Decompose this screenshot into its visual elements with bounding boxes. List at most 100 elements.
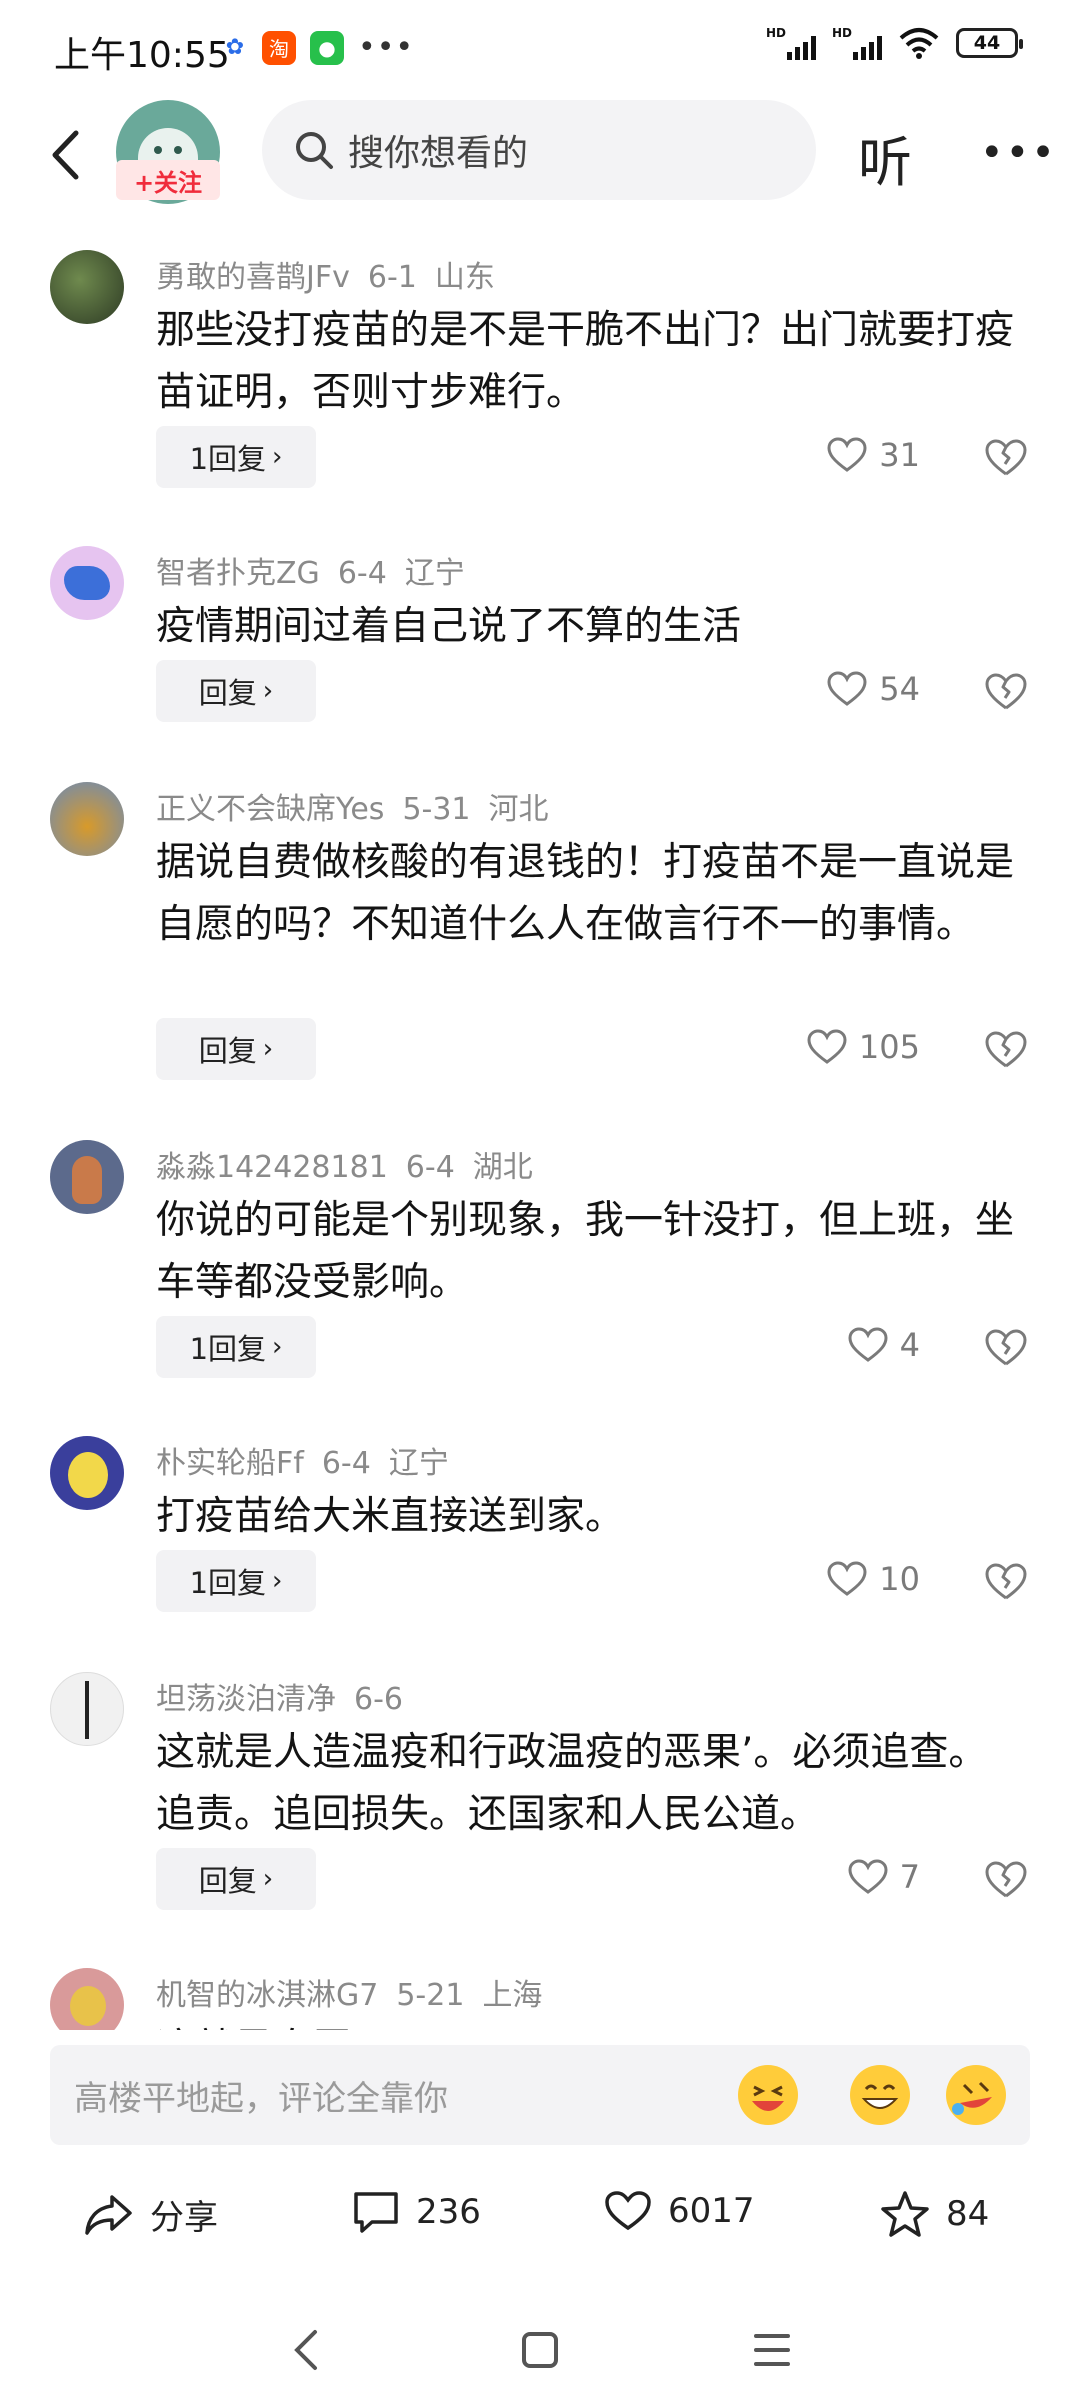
nav-back-button[interactable] — [276, 2320, 336, 2380]
user-avatar[interactable] — [50, 1672, 124, 1746]
listen-button[interactable]: 听 — [858, 118, 912, 197]
system-nav-bar — [0, 2290, 1080, 2400]
broken-heart-icon[interactable] — [984, 1858, 1028, 1902]
search-input[interactable]: 搜你想看的 — [262, 100, 816, 200]
heart-icon — [848, 1859, 888, 1894]
status-bar: 上午10:55 ✿ 淘 ● ••• HD HD 44 — [0, 0, 1080, 100]
like-button[interactable]: 54 — [827, 670, 920, 708]
comment-username[interactable]: 机智的冰淇淋G7 — [156, 1978, 378, 2013]
comment-location: 辽宁 — [404, 556, 465, 591]
comment-location: 上海 — [482, 1978, 543, 2013]
comment-text: 那些没打疫苗的是不是干脆不出门？出门就要打疫苗证明，否则寸步难行。 — [156, 308, 1015, 415]
comment-button[interactable]: 236 — [352, 2190, 481, 2234]
rolling-laugh-emoji-icon[interactable] — [946, 2065, 1006, 2125]
comment-text: 疫情期间过着自己说了不算的生活 — [156, 604, 742, 649]
broken-heart-icon[interactable] — [984, 1028, 1028, 1072]
comment-text: 打疫苗给大米直接送到家。 — [156, 1494, 625, 1539]
taobao-app-icon: 淘 — [262, 30, 296, 65]
comment-input[interactable]: 高楼平地起，评论全靠你 — [50, 2045, 1030, 2145]
like-button[interactable]: 31 — [827, 436, 920, 474]
broken-heart-icon[interactable] — [984, 670, 1028, 714]
like-count: 7 — [899, 1858, 920, 1896]
comment-username[interactable]: 朴实轮船Ff — [156, 1446, 304, 1481]
reply-button[interactable]: 1回复 › — [156, 1550, 316, 1612]
comment-text: 你说的可能是个别现象，我一针没打，但上班，坐车等都没受影响。 — [156, 1198, 1015, 1305]
comment-username[interactable]: 正义不会缺席Yes — [156, 792, 384, 827]
like-button[interactable]: 7 — [848, 1858, 920, 1896]
more-menu-button[interactable]: ••• — [980, 130, 1057, 176]
user-avatar[interactable] — [50, 546, 124, 620]
comment-input-placeholder: 高楼平地起，评论全靠你 — [74, 2079, 448, 2119]
comment-meta: 智者扑克ZG 6-4 辽宁 — [156, 548, 483, 592]
like-button[interactable]: 4 — [848, 1326, 920, 1364]
back-button[interactable] — [40, 120, 90, 190]
reply-button[interactable]: 回复 › — [156, 660, 316, 722]
broken-heart-icon[interactable] — [984, 436, 1028, 480]
comment-username[interactable]: 勇敢的喜鹊JFv — [156, 260, 350, 295]
user-avatar[interactable] — [50, 782, 124, 856]
comment-username[interactable]: 智者扑克ZG — [156, 556, 320, 591]
wechat-app-icon: ● — [310, 30, 344, 65]
share-button[interactable]: 分享 — [84, 2190, 218, 2239]
nav-menu-icon — [754, 2334, 790, 2366]
user-avatar[interactable] — [50, 1140, 124, 1214]
like-count: 10 — [879, 1560, 920, 1598]
reply-button[interactable]: 回复 › — [156, 1848, 316, 1910]
lemon-avatar-icon — [68, 1452, 108, 1498]
share-label: 分享 — [150, 2198, 218, 2238]
back-arrow-icon — [52, 130, 79, 180]
signal-2-icon: HD — [832, 26, 882, 60]
grinning-emoji-icon[interactable] — [850, 2065, 910, 2125]
system-icons: HD HD 44 — [766, 26, 1023, 60]
status-time: 上午10:55 — [54, 35, 230, 76]
comment-location: 山东 — [434, 260, 495, 295]
like-post-button[interactable]: 6017 — [604, 2190, 755, 2232]
follow-button[interactable]: +关注 — [116, 160, 220, 200]
broken-heart-icon[interactable] — [984, 1326, 1028, 1370]
like-button[interactable]: 10 — [827, 1560, 920, 1598]
comment-text: 据说自费做核酸的有退钱的！打疫苗不是一直说是自愿的吗？不知道什么人在做言行不一的… — [156, 840, 1015, 947]
comment-date: 6-1 — [367, 260, 417, 295]
heart-icon — [807, 1029, 847, 1064]
search-placeholder: 搜你想看的 — [348, 133, 529, 174]
reply-button[interactable]: 1回复 › — [156, 1316, 316, 1378]
nav-home-button[interactable] — [510, 2320, 570, 2380]
signal-1-icon: HD — [766, 26, 816, 60]
comment-date: 6-4 — [337, 556, 387, 591]
comment-meta: 正义不会缺席Yes 5-31 河北 — [156, 784, 567, 828]
nav-home-icon — [522, 2332, 558, 2368]
heart-icon — [827, 1561, 867, 1596]
more-notifications-icon: ••• — [358, 30, 415, 65]
favorite-button[interactable]: 84 — [880, 2190, 989, 2238]
comment-location: 辽宁 — [388, 1446, 449, 1481]
comment-username[interactable]: 坦荡淡泊清净 — [156, 1682, 336, 1717]
user-avatar[interactable] — [50, 250, 124, 324]
user-avatar[interactable] — [50, 1436, 124, 1510]
nav-recents-button[interactable] — [742, 2320, 802, 2380]
comment-text: 这就是人造温疫和行政温疫的恶果’。必须追查。追责。追回损失。还国家和人民公道。 — [156, 1730, 988, 1837]
comment-date: 5-31 — [402, 792, 471, 827]
comment-location: 河北 — [488, 792, 549, 827]
comment-list: 勇敢的喜鹊JFv 6-1 山东 那些没打疫苗的是不是干脆不出门？出门就要打疫苗证明，… — [0, 230, 1080, 2030]
star-icon — [881, 2191, 929, 2237]
comment-location: 湖北 — [472, 1150, 533, 1185]
like-button[interactable]: 105 — [807, 1028, 920, 1066]
comment-meta: 勇敢的喜鹊JFv 6-1 山东 — [156, 252, 513, 296]
baidu-app-icon: ✿ — [225, 35, 245, 60]
reply-button[interactable]: 1回复 › — [156, 426, 316, 488]
comment-username[interactable]: 淼淼142428181 — [156, 1150, 388, 1185]
nav-back-icon — [294, 2330, 317, 2370]
heart-icon — [827, 437, 867, 472]
header: +关注 搜你想看的 听 ••• — [0, 100, 1080, 210]
comment-meta: 机智的冰淇淋G7 5-21 上海 — [156, 1970, 560, 2014]
broken-heart-icon[interactable] — [984, 1560, 1028, 1604]
battery-icon: 44 — [956, 28, 1023, 58]
laughing-emoji-icon[interactable] — [738, 2065, 798, 2125]
like-count: 4 — [899, 1326, 920, 1364]
reply-button[interactable]: 回复 › — [156, 1018, 316, 1080]
character-avatar-icon — [72, 1156, 102, 1204]
user-avatar[interactable] — [50, 1968, 124, 2030]
heart-icon — [827, 671, 867, 706]
wifi-icon — [899, 28, 939, 59]
comment-bubble-icon — [354, 2192, 398, 2233]
